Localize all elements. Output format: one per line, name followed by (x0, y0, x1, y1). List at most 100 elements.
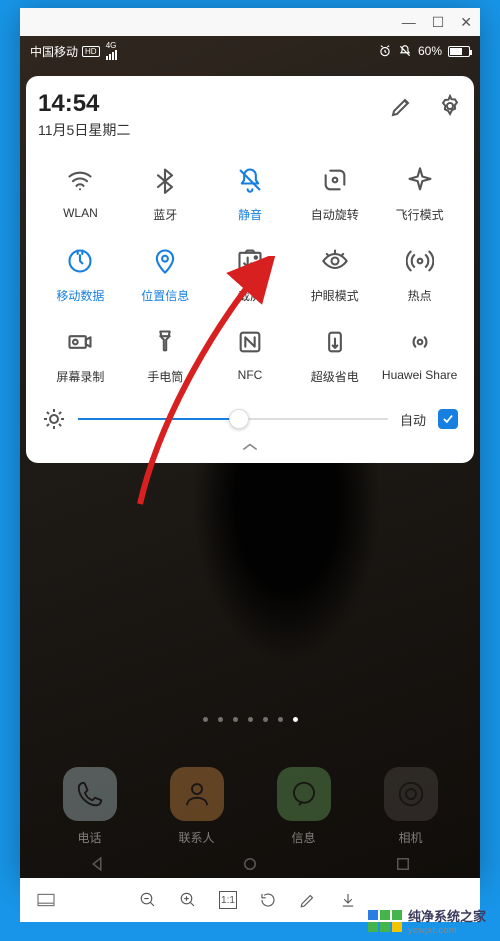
android-nav-bar (20, 850, 480, 878)
window-titlebar: — ☐ ✕ (20, 8, 480, 36)
viewer-window: — ☐ ✕ 中国移动 HD 4G 60% (20, 8, 480, 878)
dock-app-icon (277, 767, 331, 821)
save-icon (319, 326, 351, 358)
tile-share[interactable]: Huawei Share (377, 326, 462, 385)
tile-airplane[interactable]: 飞行模式 (377, 164, 462, 223)
tile-label: 静音 (238, 206, 262, 223)
rotate-icon (319, 164, 351, 196)
tile-label: 自动旋转 (311, 206, 359, 223)
data-icon (64, 245, 96, 277)
mute-status-icon (398, 44, 412, 58)
tile-data[interactable]: 移动数据 (38, 245, 123, 304)
dock-app-icon (63, 767, 117, 821)
tile-label: 护眼模式 (311, 287, 359, 304)
minimize-button[interactable]: — (402, 15, 416, 29)
brightness-row: 自动 (38, 407, 462, 431)
dock-app-icon (384, 767, 438, 821)
settings-icon[interactable] (438, 94, 462, 118)
status-bar: 中国移动 HD 4G 60% (20, 36, 480, 66)
brightness-slider[interactable] (78, 409, 388, 429)
quick-settings-panel: 14:54 11月5日星期二 WLAN 蓝牙 静音 自动旋转 飞行模式移动数据 位置信息 截… (26, 76, 474, 463)
wlan-icon (64, 164, 96, 196)
tile-torch[interactable]: 手电筒 (123, 326, 208, 385)
auto-brightness-label: 自动 (400, 410, 426, 429)
auto-brightness-checkbox[interactable] (438, 409, 458, 429)
nfc-icon (234, 326, 266, 358)
tile-save[interactable]: 超级省电 (292, 326, 377, 385)
zoom-in-icon[interactable] (179, 891, 197, 909)
zoom-out-icon[interactable] (139, 891, 157, 909)
hotspot-icon (404, 245, 436, 277)
tile-eye[interactable]: 护眼模式 (292, 245, 377, 304)
phone-screen: 中国移动 HD 4G 60% 14:54 11月5日星期二 (20, 36, 480, 878)
nav-home-icon[interactable] (241, 855, 259, 873)
tile-label: 热点 (408, 287, 432, 304)
tile-label: Huawei Share (382, 368, 457, 382)
dock-item-0[interactable]: 电话 (63, 767, 117, 846)
panel-date: 11月5日星期二 (38, 120, 390, 140)
chevron-up-icon (240, 441, 260, 453)
brightness-icon (42, 407, 66, 431)
tile-label: 超级省电 (311, 368, 359, 385)
tile-nfc[interactable]: NFC (208, 326, 293, 385)
dock-item-3[interactable]: 相机 (384, 767, 438, 846)
close-button[interactable]: ✕ (460, 15, 472, 29)
edit-tool-icon[interactable] (299, 891, 317, 909)
maximize-button[interactable]: ☐ (432, 15, 445, 29)
bt-icon (149, 164, 181, 196)
layout-toggle-icon[interactable] (36, 892, 56, 908)
panel-time: 14:54 (38, 90, 390, 118)
tile-rec[interactable]: 屏幕录制 (38, 326, 123, 385)
watermark: 纯净系统之家 ycwjxt.com (368, 906, 486, 935)
mute-icon (234, 164, 266, 196)
tile-label: 手电筒 (147, 368, 183, 385)
nav-recent-icon[interactable] (394, 855, 412, 873)
tile-label: 截屏 (238, 287, 262, 304)
tile-label: 飞行模式 (396, 206, 444, 223)
alarm-icon (378, 44, 392, 58)
shot-icon (234, 245, 266, 277)
battery-icon (448, 46, 470, 57)
download-icon[interactable] (339, 891, 357, 909)
share-icon (404, 326, 436, 358)
zoom-ratio-button[interactable]: 1:1 (219, 891, 237, 909)
tile-shot[interactable]: 截屏 (208, 245, 293, 304)
tile-loc[interactable]: 位置信息 (123, 245, 208, 304)
dock-label: 联系人 (178, 829, 214, 846)
airplane-icon (404, 164, 436, 196)
torch-icon (149, 326, 181, 358)
tile-rotate[interactable]: 自动旋转 (292, 164, 377, 223)
dock-item-2[interactable]: 信息 (277, 767, 331, 846)
rotate-icon[interactable] (259, 891, 277, 909)
rec-icon (64, 326, 96, 358)
watermark-text: 纯净系统之家 (408, 906, 486, 925)
tile-label: 蓝牙 (153, 206, 177, 223)
tile-label: NFC (238, 368, 263, 382)
dock: 电话 联系人 信息 相机 (20, 767, 480, 846)
tile-mute[interactable]: 静音 (208, 164, 293, 223)
collapse-handle[interactable] (38, 431, 462, 455)
tile-label: 移动数据 (56, 287, 104, 304)
tile-label: WLAN (63, 206, 98, 220)
dock-label: 信息 (291, 829, 315, 846)
hd-badge: HD (82, 46, 100, 57)
carrier-label: 中国移动 (30, 43, 78, 60)
network-type: 4G (106, 42, 117, 50)
nav-back-icon[interactable] (88, 855, 106, 873)
edit-icon[interactable] (390, 94, 414, 118)
dock-label: 电话 (77, 829, 101, 846)
dock-item-1[interactable]: 联系人 (170, 767, 224, 846)
tile-wlan[interactable]: WLAN (38, 164, 123, 223)
tile-label: 屏幕录制 (56, 368, 104, 385)
tile-label: 位置信息 (141, 287, 189, 304)
battery-percent: 60% (418, 44, 442, 58)
watermark-url: ycwjxt.com (408, 925, 486, 935)
tile-hotspot[interactable]: 热点 (377, 245, 462, 304)
signal-icon (106, 50, 117, 60)
page-indicator (20, 717, 480, 722)
watermark-logo-icon (368, 910, 402, 932)
dock-label: 相机 (398, 829, 422, 846)
eye-icon (319, 245, 351, 277)
tile-bt[interactable]: 蓝牙 (123, 164, 208, 223)
loc-icon (149, 245, 181, 277)
